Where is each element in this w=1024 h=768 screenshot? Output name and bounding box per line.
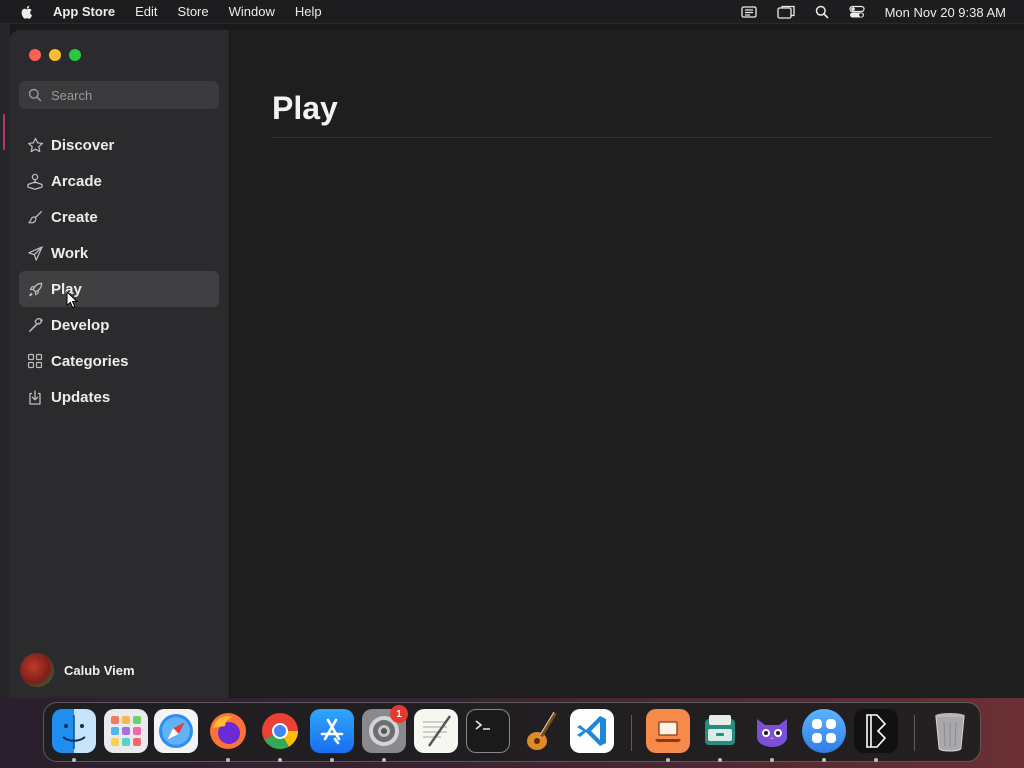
dock-bitwarden-icon[interactable] (854, 709, 898, 753)
dock-archive-utility-icon[interactable] (698, 709, 742, 753)
joystick-icon (19, 173, 51, 190)
sidebar-item-play[interactable]: Play (19, 271, 219, 307)
screen-mirroring-icon[interactable] (776, 5, 795, 19)
menu-help[interactable]: Help (295, 4, 322, 19)
dock-laptop-app-icon[interactable] (646, 709, 690, 753)
sidebar-item-categories[interactable]: Categories (19, 343, 219, 379)
dock-trash-icon[interactable] (928, 709, 972, 753)
spotlight-icon[interactable] (815, 5, 829, 19)
dock-cat-app-icon[interactable] (750, 709, 794, 753)
sidebar: Discover Arcade Create Work (10, 30, 230, 698)
search-field[interactable] (19, 81, 219, 109)
sidebar-item-label: Develop (51, 316, 110, 334)
menu-window[interactable]: Window (229, 4, 275, 19)
sidebar-item-develop[interactable]: Develop (19, 307, 219, 343)
grid-icon (19, 353, 51, 369)
running-indicator (822, 758, 826, 762)
zoom-button[interactable] (69, 49, 81, 61)
sidebar-item-updates[interactable]: Updates (19, 379, 219, 415)
sidebar-item-create[interactable]: Create (19, 199, 219, 235)
dock-launchpad-icon[interactable] (104, 709, 148, 753)
dock-setapp-icon[interactable] (802, 709, 846, 753)
hammer-icon (19, 317, 51, 334)
title-divider (272, 137, 992, 138)
sidebar-item-label: Categories (51, 352, 129, 370)
search-input[interactable] (51, 87, 201, 103)
sidebar-item-label: Arcade (51, 172, 102, 190)
sidebar-item-label: Updates (51, 388, 111, 406)
minimize-button[interactable] (49, 49, 61, 61)
sidebar-item-label: Discover (51, 136, 115, 154)
sidebar-item-discover[interactable]: Discover (19, 127, 219, 163)
main-content: Play (230, 30, 1024, 698)
sidebar-nav: Discover Arcade Create Work Play Develop… (19, 127, 219, 415)
app-store-window: Discover Arcade Create Work (10, 30, 1024, 698)
notification-badge: 1 (390, 705, 408, 723)
menu-bar: App Store Edit Store Window Help Mon Nov… (0, 0, 1024, 24)
menu-store[interactable]: Store (178, 4, 209, 19)
search-icon (28, 88, 42, 102)
mouse-cursor-icon (66, 290, 79, 314)
dock-textedit-icon[interactable] (414, 709, 458, 753)
rocket-icon (19, 281, 51, 298)
dock-chrome-icon[interactable] (258, 709, 302, 753)
paper-plane-icon (19, 245, 51, 262)
running-indicator (72, 758, 76, 762)
window-controls (29, 49, 89, 61)
account-name: Calub Viem (64, 662, 135, 678)
star-icon (19, 137, 51, 154)
menubar-clock[interactable]: Mon Nov 20 9:38 AM (885, 5, 1006, 20)
dock-finder-icon[interactable] (52, 709, 96, 753)
brush-icon (19, 209, 51, 226)
dock-separator (631, 715, 632, 751)
running-indicator (770, 758, 774, 762)
running-indicator (226, 758, 230, 762)
running-indicator (330, 758, 334, 762)
running-indicator (666, 758, 670, 762)
running-indicator (874, 758, 878, 762)
close-button[interactable] (29, 49, 41, 61)
running-indicator (382, 758, 386, 762)
control-center-icon[interactable] (848, 5, 865, 19)
dock-garageband-icon[interactable] (518, 709, 562, 753)
dock-terminal-icon[interactable] (466, 709, 510, 753)
menu-edit[interactable]: Edit (135, 4, 157, 19)
dock: 1 (43, 702, 981, 762)
dock-safari-icon[interactable] (154, 709, 198, 753)
dock-vscode-icon[interactable] (570, 709, 614, 753)
sidebar-item-work[interactable]: Work (19, 235, 219, 271)
menu-app-store[interactable]: App Store (53, 4, 115, 19)
running-indicator (278, 758, 282, 762)
running-indicator (718, 758, 722, 762)
dock-firefox-icon[interactable] (206, 709, 250, 753)
account-button[interactable]: Calub Viem (20, 653, 135, 687)
page-title: Play (272, 90, 338, 126)
dock-app-store-icon[interactable] (310, 709, 354, 753)
avatar (20, 653, 54, 687)
background-window-edge (0, 24, 10, 698)
apple-menu-icon[interactable] (19, 4, 35, 20)
sidebar-item-label: Create (51, 208, 98, 226)
display-icon[interactable] (740, 5, 757, 19)
sidebar-item-arcade[interactable]: Arcade (19, 163, 219, 199)
download-icon (19, 389, 51, 406)
background-window-accent (3, 114, 5, 150)
sidebar-item-label: Work (51, 244, 89, 262)
dock-separator (914, 715, 915, 751)
